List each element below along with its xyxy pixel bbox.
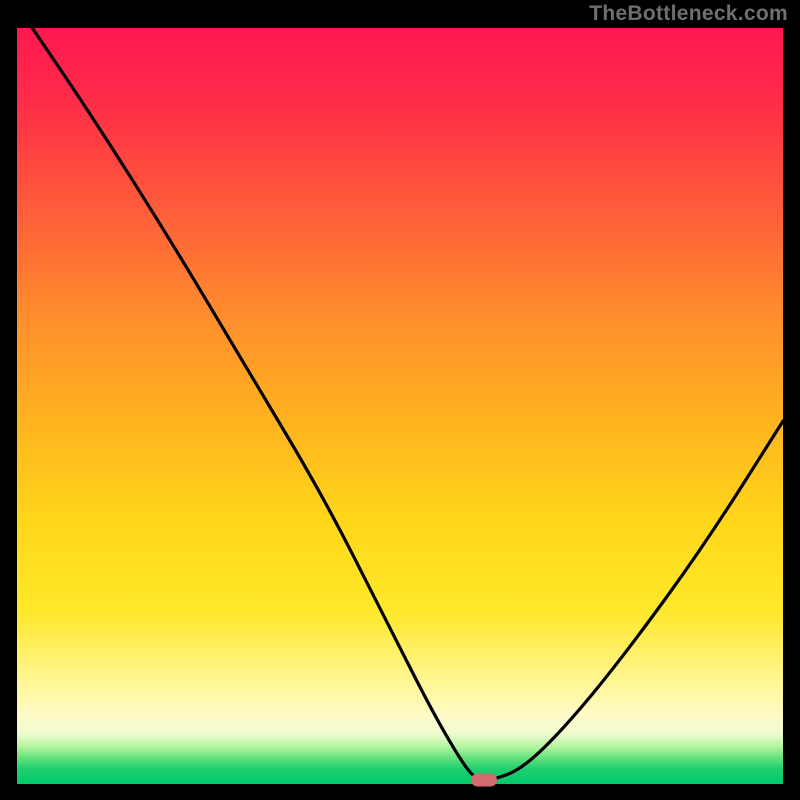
curve-path <box>32 28 783 780</box>
bottleneck-curve <box>17 28 783 784</box>
chart-frame: TheBottleneck.com <box>0 0 800 800</box>
plot-area <box>17 28 783 784</box>
watermark-text: TheBottleneck.com <box>589 2 788 26</box>
optimal-marker <box>471 774 497 787</box>
